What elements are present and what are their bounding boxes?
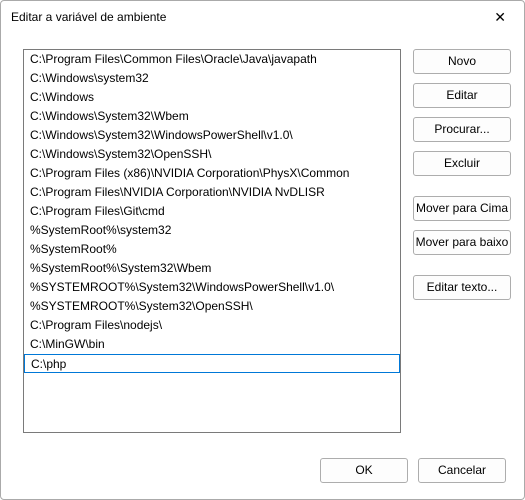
list-item[interactable]: %SystemRoot%\system32	[24, 221, 400, 240]
button-spacer	[413, 255, 511, 275]
list-item[interactable]: C:\Windows\system32	[24, 69, 400, 88]
list-item[interactable]: %SystemRoot%\System32\Wbem	[24, 259, 400, 278]
button-column: Novo Editar Procurar... Excluir Mover pa…	[413, 49, 511, 441]
list-item[interactable]: C:\MinGW\bin	[24, 335, 400, 354]
list-item[interactable]: C:\Program Files\nodejs\	[24, 316, 400, 335]
delete-button[interactable]: Excluir	[413, 151, 511, 176]
list-item-empty[interactable]	[24, 411, 400, 430]
browse-button[interactable]: Procurar...	[413, 117, 511, 142]
list-item[interactable]: C:\Program Files\NVIDIA Corporation\NVID…	[24, 183, 400, 202]
list-item[interactable]: C:\Program Files\Git\cmd	[24, 202, 400, 221]
button-spacer	[413, 176, 511, 196]
list-item[interactable]: C:\Windows\System32\OpenSSH\	[24, 145, 400, 164]
new-button[interactable]: Novo	[413, 49, 511, 74]
ok-button[interactable]: OK	[320, 458, 408, 483]
list-item[interactable]: %SYSTEMROOT%\System32\WindowsPowerShell\…	[24, 278, 400, 297]
move-up-button[interactable]: Mover para Cima	[413, 196, 511, 221]
list-item-editing[interactable]	[24, 354, 400, 373]
dialog-window: Editar a variável de ambiente ✕ C:\Progr…	[0, 0, 525, 500]
cancel-button[interactable]: Cancelar	[418, 458, 506, 483]
titlebar: Editar a variável de ambiente ✕	[1, 1, 524, 33]
footer-buttons: OK Cancelar	[320, 458, 506, 483]
path-edit-input[interactable]	[25, 355, 399, 372]
list-item-empty[interactable]	[24, 392, 400, 411]
edit-button[interactable]: Editar	[413, 83, 511, 108]
list-item[interactable]: C:\Windows\System32\Wbem	[24, 107, 400, 126]
list-item[interactable]: C:\Program Files\Common Files\Oracle\Jav…	[24, 50, 400, 69]
list-item[interactable]: %SYSTEMROOT%\System32\OpenSSH\	[24, 297, 400, 316]
list-item[interactable]: %SystemRoot%	[24, 240, 400, 259]
window-title: Editar a variável de ambiente	[11, 10, 486, 24]
list-item[interactable]: C:\Windows	[24, 88, 400, 107]
edit-text-button[interactable]: Editar texto...	[413, 275, 511, 300]
list-item[interactable]: C:\Program Files (x86)\NVIDIA Corporatio…	[24, 164, 400, 183]
move-down-button[interactable]: Mover para baixo	[413, 230, 511, 255]
close-icon[interactable]: ✕	[486, 5, 514, 30]
list-item[interactable]: C:\Windows\System32\WindowsPowerShell\v1…	[24, 126, 400, 145]
list-item-empty[interactable]	[24, 373, 400, 392]
path-listbox[interactable]: C:\Program Files\Common Files\Oracle\Jav…	[23, 49, 401, 433]
content-area: C:\Program Files\Common Files\Oracle\Jav…	[23, 49, 512, 441]
